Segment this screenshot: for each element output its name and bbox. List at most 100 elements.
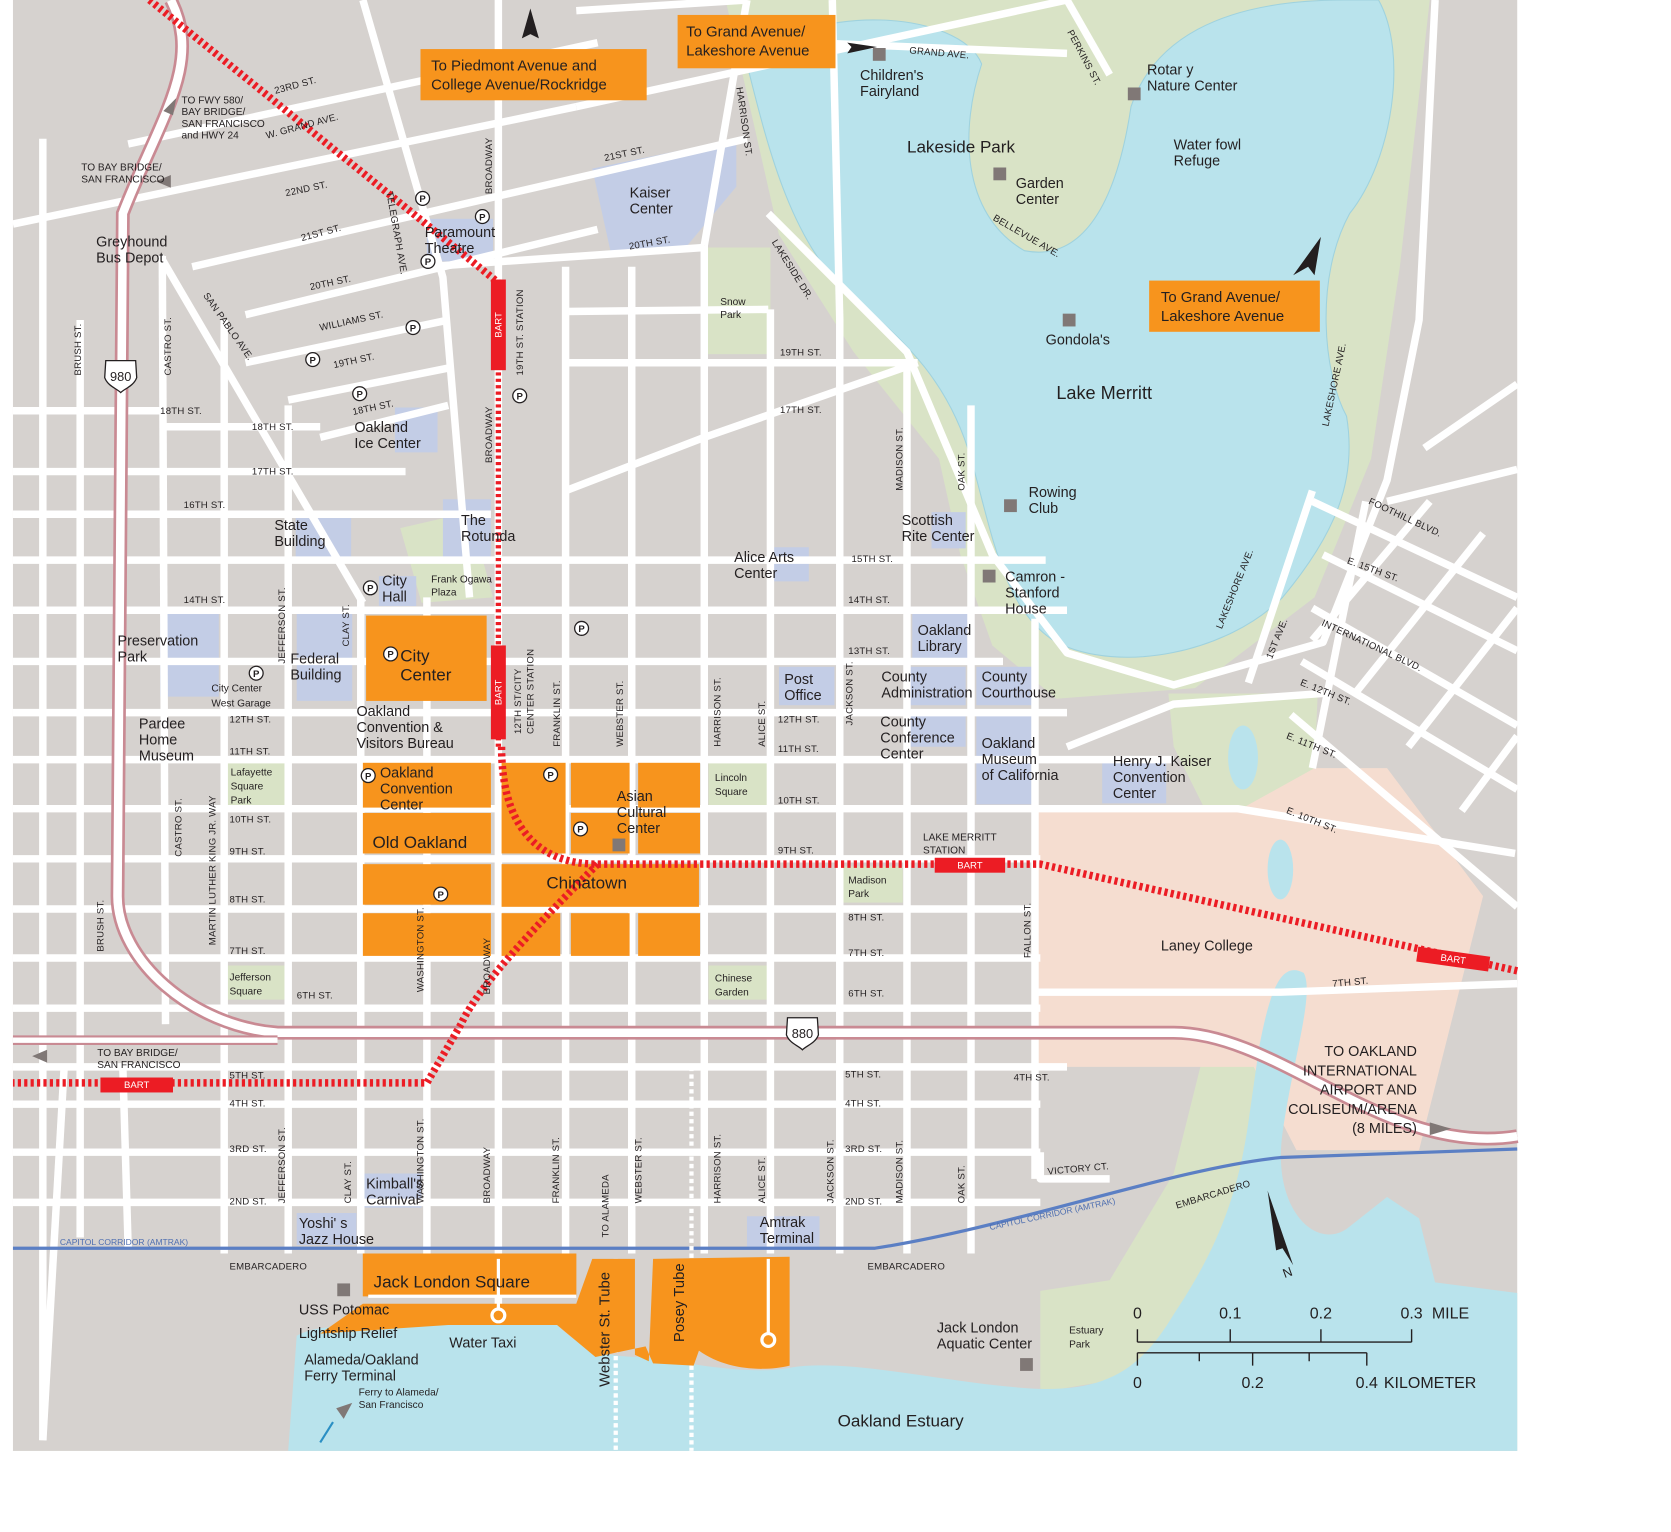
parking-letter: P [310,355,317,366]
s10th-w-label: 10TH ST. [230,815,272,826]
label-line: Club [1029,501,1059,517]
parking-icon: P [305,351,321,368]
label-line: Chinatown [546,874,627,893]
label-line: HARRISON ST. [712,677,723,747]
km-tick-label: 0 [1133,1375,1142,1392]
bart-19th-street-station[interactable]: BART [490,279,506,371]
label-line: CLAY ST. [341,604,352,646]
label-line: BAY BRIDGE/ [182,107,246,118]
parking-letter: P [253,669,260,680]
label-line: Madison [848,875,886,886]
parking-icon: P [360,768,376,784]
castro-s-label: CASTRO ST. [174,798,185,857]
label-line: 17TH ST. [780,405,822,416]
point-of-interest-marker [1020,1358,1033,1371]
parking-icon: P [433,886,449,902]
waterfowl-pond [1158,110,1185,129]
label-line: WASHINGTON ST. [416,907,427,992]
label-line: SAN FRANCISCO [81,174,164,185]
clay-s-label: CLAY ST. [343,1161,354,1203]
oakland-estuary-label: Oakland Estuary [838,1411,964,1430]
label-line: 5TH ST. [230,1071,266,1082]
label-line: BROADWAY [484,137,495,194]
label-line: Convention & [356,720,443,736]
webster-tube-label: Webster St. Tube [596,1272,613,1387]
brush-n-label: BRUSH ST. [73,324,84,376]
label-line: Fairyland [860,84,919,100]
label-line: City Center [211,683,262,694]
mlk-label: MARTIN LUTHER KING JR. WAY [208,795,219,945]
bart-12th-street-station[interactable]: BART [490,645,506,740]
label-line: CLAY ST. [343,1161,354,1203]
label-line: Refuge [1174,153,1220,169]
water-taxi-stop [760,1331,777,1348]
label-line: INTERNATIONAL [1303,1063,1417,1079]
label-line: Center [617,821,660,837]
point-of-interest-marker [1127,87,1141,101]
garden-center-label: Garden Center [1016,176,1064,208]
broadway-n-label: BROADWAY [484,137,495,194]
parking-icon: P [383,646,399,662]
parking-icon: P [574,620,590,636]
label-line: 6TH ST. [848,988,884,999]
label-line: ALICE ST. [757,1157,768,1203]
label-line: Water fowl [1174,137,1241,153]
label-line: Lakeside Park [907,138,1016,157]
to-alameda-label: TO ALAMEDA [600,1174,611,1238]
label-line: Plaza [431,587,457,598]
s16th-label: 16TH ST. [184,500,226,511]
label-line: AIRPORT AND [1320,1083,1417,1099]
water-taxi-stop [490,1307,507,1324]
label-line: TO BAY BRIDGE/ [81,163,162,174]
km-tick-label: 0.4 [1356,1375,1378,1392]
s7th-e-label: 7TH ST. [848,948,884,959]
label-line: Amtrak [760,1215,806,1231]
label-line: 10TH ST. [778,795,820,806]
label-line: Stanford [1005,585,1059,601]
label-line: Building [274,534,325,550]
label-line: 15TH ST. [852,554,894,565]
parking-icon: P [352,386,368,402]
label-line: TO FWY 580/ [182,95,244,106]
label-line: Ferry to Alameda/ [359,1387,439,1398]
label-line: Rowing [1029,485,1077,501]
label-line: 4TH ST. [1014,1073,1050,1084]
broadway-s-label: BROADWAY [482,937,493,994]
label-line: Convention [380,782,453,798]
laney-college-label: Laney College [1161,939,1253,955]
parking-letter: P [547,770,554,781]
label-line: County [881,670,927,686]
label-line: Lafayette [231,768,273,779]
label-line: Henry J. Kaiser [1113,754,1212,770]
parking-letter: P [517,392,524,403]
label-line: OAK ST. [957,1165,968,1203]
label-line: 18TH ST. [252,422,294,433]
label-line: Convention [1113,770,1186,786]
chinatown-block [570,913,630,956]
label-line: Square [715,787,748,798]
label-line: Alameda/Oakland [304,1353,418,1369]
label-line: FRANKLIN ST. [552,680,563,747]
parking-icon: P [248,665,264,681]
label-line: Center [380,798,423,814]
label-line: BROADWAY [484,406,495,463]
label-line: 14TH ST. [184,595,226,606]
bart-west-oakland-station[interactable]: BART [100,1077,173,1093]
s12th-e-label: 12TH ST. [778,714,820,725]
label-line: County [880,715,926,731]
point-of-interest-marker [1062,313,1076,327]
label-line: 11TH ST. [230,746,271,757]
street [119,1066,132,1249]
broadway-b-label: BROADWAY [482,1146,493,1203]
label-line: Oakland [982,736,1036,752]
label-line: State [274,518,308,534]
label-line: Lightship Relief [299,1326,398,1342]
childrens-fairyland-label: Children's Fairyland [860,68,924,100]
s17th-w-label: 17TH ST. [252,467,294,478]
bart-lake-merritt-station[interactable]: BART [934,857,1006,873]
station-12th-a-label: 12TH ST/CITY [513,668,524,734]
label-line: 4TH ST. [845,1098,881,1109]
label-line: Rotunda [461,529,515,545]
label-line: West Garage [211,698,271,709]
label-line: TO ALAMEDA [600,1174,611,1238]
